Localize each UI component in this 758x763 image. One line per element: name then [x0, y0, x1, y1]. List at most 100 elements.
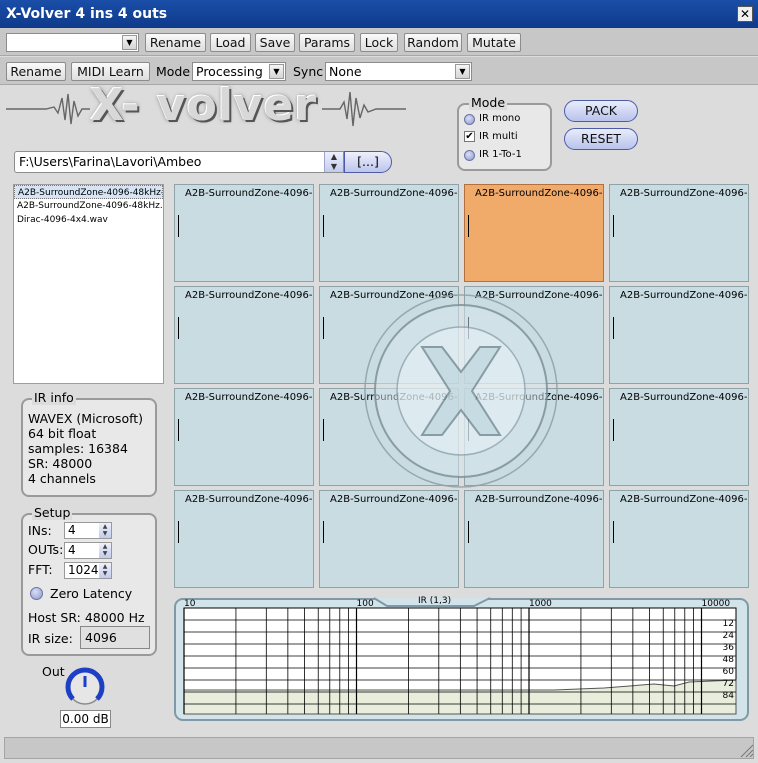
ir-cell-1-1[interactable]: A2B-SurroundZone-4096-4...	[174, 184, 314, 282]
browse-button[interactable]: [...]	[344, 151, 392, 173]
stepper-arrows-icon[interactable]: ▲ ▼	[99, 523, 111, 538]
zero-latency-radio[interactable]	[30, 587, 43, 600]
host-sr-label: Host SR: 48000 Hz	[28, 610, 145, 625]
ir-cell-3-3[interactable]: A2B-SurroundZone-4096-4...	[464, 388, 604, 486]
fft-value: 1024	[68, 563, 99, 577]
graph-x-label: 10	[184, 599, 196, 609]
ir-1to1-radio[interactable]	[464, 150, 475, 161]
rename-preset-button[interactable]: Rename	[145, 33, 206, 52]
list-item[interactable]: A2B-SurroundZone-4096-48kHz-...	[14, 185, 163, 199]
graph-x-label: 100	[357, 599, 374, 609]
resize-grip-icon[interactable]	[738, 742, 754, 758]
ir-bit-depth: 64 bit float	[28, 426, 97, 441]
ir-info-title: IR info	[32, 390, 76, 405]
list-item[interactable]: A2B-SurroundZone-4096-48kHz....	[14, 199, 163, 213]
graph-y-label: 72	[723, 679, 734, 689]
ir-cell-waveform	[613, 215, 614, 237]
ir-info-group: IR info WAVEX (Microsoft) 64 bit float s…	[21, 390, 157, 497]
zero-latency-label: Zero Latency	[50, 586, 133, 601]
pack-button[interactable]: PACK	[564, 100, 638, 122]
random-button[interactable]: Random	[404, 33, 462, 52]
ir-sample-rate: SR: 48000	[28, 456, 93, 471]
midi-learn-button[interactable]: MIDI Learn	[71, 62, 150, 81]
ir-cell-4-1[interactable]: A2B-SurroundZone-4096-4...	[174, 490, 314, 588]
path-value: F:\Users\Farina\Lavori\Ambeo	[19, 154, 202, 169]
mode-value: Processing	[196, 64, 263, 79]
rename-param-button[interactable]: Rename	[6, 62, 66, 81]
ir-multi-checkbox[interactable]: ✔	[464, 131, 475, 142]
path-input[interactable]: F:\Users\Farina\Lavori\Ambeo	[14, 151, 344, 173]
ir-cell-label: A2B-SurroundZone-4096-4...	[475, 188, 603, 199]
ir-mono-radio[interactable]	[464, 114, 475, 125]
ir-cell-label: A2B-SurroundZone-4096-4...	[330, 494, 458, 505]
ir-cell-waveform	[323, 215, 324, 237]
ins-value: 4	[68, 523, 76, 537]
close-button[interactable]: ✕	[737, 6, 753, 22]
ir-cell-waveform	[178, 215, 179, 237]
ir-cell-waveform	[178, 521, 179, 543]
sync-label: Sync	[293, 64, 324, 79]
ir-cell-1-4[interactable]: A2B-SurroundZone-4096-4...	[609, 184, 749, 282]
ir-cell-2-4[interactable]: A2B-SurroundZone-4096-4...	[609, 286, 749, 384]
params-button[interactable]: Params	[299, 33, 355, 52]
outs-stepper[interactable]: 4 ▲ ▼	[64, 542, 112, 559]
out-knob-icon[interactable]	[64, 666, 106, 706]
out-label: Out	[42, 664, 65, 679]
preset-select[interactable]: ▼	[6, 33, 139, 52]
ir-channels: 4 channels	[28, 471, 96, 486]
ir-cell-waveform	[468, 521, 469, 543]
ir-cell-1-3[interactable]: A2B-SurroundZone-4096-4...	[464, 184, 604, 282]
stepper-arrows-icon[interactable]: ▲ ▼	[99, 543, 111, 558]
path-spinner[interactable]: ▲ ▼	[324, 152, 343, 172]
sync-value: None	[329, 64, 362, 79]
ir-cell-label: A2B-SurroundZone-4096-4...	[475, 494, 603, 505]
ir-cell-label: A2B-SurroundZone-4096-4...	[330, 290, 458, 301]
lock-button[interactable]: Lock	[360, 33, 398, 52]
list-item[interactable]: Dirac-4096-4x4.wav	[14, 213, 163, 227]
ir-cell-4-4[interactable]: A2B-SurroundZone-4096-4...	[609, 490, 749, 588]
ir-cell-label: A2B-SurroundZone-4096-4...	[620, 188, 748, 199]
mode-group: Mode IR mono ✔ IR multi IR 1-To-1	[457, 95, 552, 171]
ir-cell-3-4[interactable]: A2B-SurroundZone-4096-4...	[609, 388, 749, 486]
mutate-button[interactable]: Mutate	[467, 33, 521, 52]
ir-cell-waveform	[178, 419, 179, 441]
ir-samples: samples: 16384	[28, 441, 128, 456]
fft-label: FFT:	[28, 562, 53, 577]
file-list[interactable]: A2B-SurroundZone-4096-48kHz-... A2B-Surr…	[13, 184, 164, 384]
load-button[interactable]: Load	[210, 33, 251, 52]
fft-stepper[interactable]: 1024 ▲ ▼	[64, 562, 112, 579]
close-icon: ✕	[739, 7, 751, 21]
ins-stepper[interactable]: 4 ▲ ▼	[64, 522, 112, 539]
ir-cell-2-3[interactable]: A2B-SurroundZone-4096-4...	[464, 286, 604, 384]
setup-title: Setup	[32, 505, 73, 520]
toolbar-presets: ▼ Rename Load Save Params Lock Random Mu…	[0, 28, 758, 56]
ir-cell-4-2[interactable]: A2B-SurroundZone-4096-4...	[319, 490, 459, 588]
graph-x-label: 10000	[702, 599, 731, 609]
save-button[interactable]: Save	[255, 33, 295, 52]
chevron-down-icon: ▼	[455, 64, 470, 79]
ir-cell-4-3[interactable]: A2B-SurroundZone-4096-4...	[464, 490, 604, 588]
ir-cell-2-1[interactable]: A2B-SurroundZone-4096-4...	[174, 286, 314, 384]
ir-cell-label: A2B-SurroundZone-4096-4...	[620, 494, 748, 505]
stepper-arrows-icon[interactable]: ▲ ▼	[99, 563, 111, 578]
reset-button[interactable]: RESET	[564, 128, 638, 150]
out-gain-field[interactable]: 0.00 dB	[60, 710, 111, 728]
ir-cell-1-2[interactable]: A2B-SurroundZone-4096-4...	[319, 184, 459, 282]
outs-label: OUTs:	[28, 542, 64, 557]
ir-cell-2-2[interactable]: A2B-SurroundZone-4096-4...	[319, 286, 459, 384]
graph-tab-label: IR (1,3)	[418, 596, 452, 606]
ir-cell-3-2[interactable]: A2B-SurroundZone-4096-4...	[319, 388, 459, 486]
chevron-down-icon: ▼	[122, 35, 137, 50]
window-title: X-Volver 4 ins 4 outs	[6, 6, 168, 22]
graph-x-label: 1000	[529, 599, 552, 609]
ir-cell-3-1[interactable]: A2B-SurroundZone-4096-4...	[174, 388, 314, 486]
graph-y-label: 48	[723, 655, 735, 665]
status-bar	[4, 737, 754, 759]
ir-cell-waveform	[178, 317, 179, 339]
chevron-down-icon: ▼	[269, 64, 284, 79]
sync-select[interactable]: None ▼	[325, 62, 472, 81]
ir-cell-waveform	[613, 521, 614, 543]
mode-label: Mode	[156, 64, 191, 79]
mode-select[interactable]: Processing ▼	[192, 62, 286, 81]
outs-value: 4	[68, 543, 76, 557]
